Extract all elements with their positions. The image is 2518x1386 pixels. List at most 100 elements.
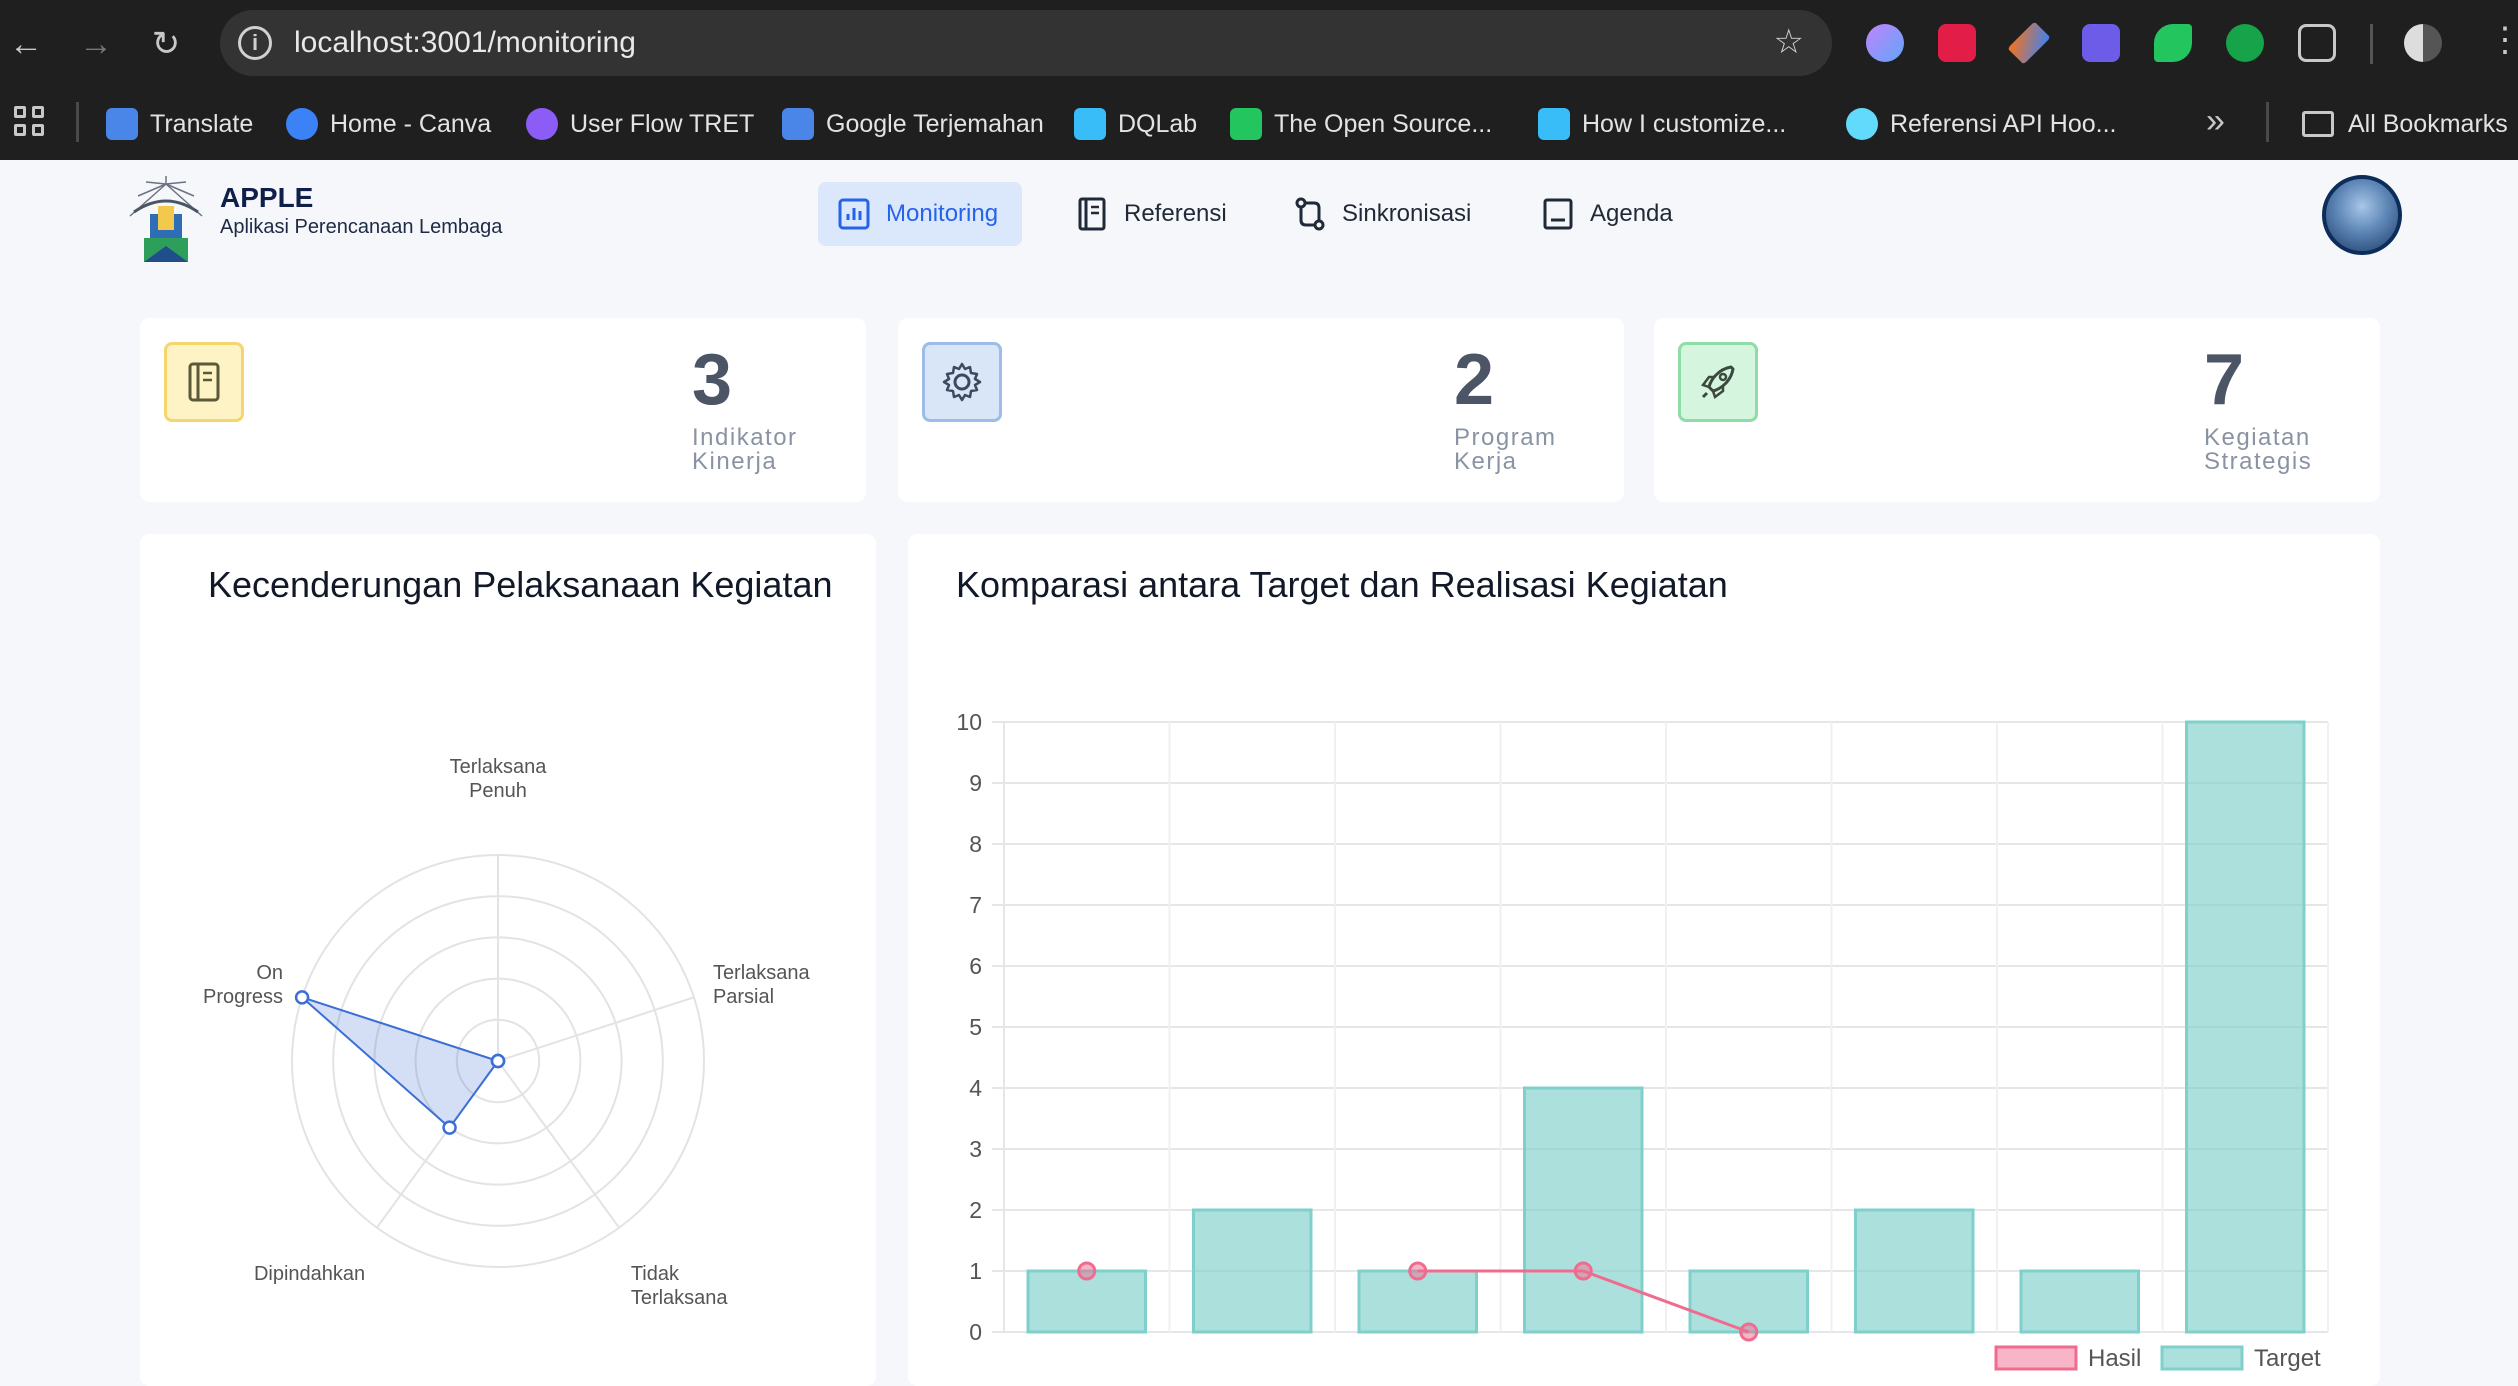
nav-referensi-label: Referensi	[1124, 200, 1227, 227]
radar-data-point	[442, 1120, 457, 1135]
stat-value: 2	[1454, 340, 1495, 420]
bar-chart-panel: Komparasi antara Target dan Realisasi Ke…	[908, 534, 2380, 1386]
brand-subtitle: Aplikasi Perencanaan Lembaga	[220, 216, 503, 238]
nav-sinkronisasi[interactable]: Sinkronisasi	[1274, 182, 1489, 246]
nav-monitoring[interactable]: Monitoring	[818, 182, 1022, 246]
toolbar-divider	[2370, 24, 2373, 64]
apps-grid-icon[interactable]	[14, 106, 46, 138]
radar-data-point	[294, 990, 310, 1005]
nav-agenda-label: Agenda	[1590, 200, 1673, 227]
dqlab-favicon-icon	[1074, 108, 1106, 140]
url-text[interactable]: localhost:3001/monitoring	[294, 24, 636, 62]
react-favicon-icon	[1846, 108, 1878, 140]
y-tick-label: 7	[969, 892, 982, 918]
profile-avatar-icon[interactable]	[2404, 24, 2442, 62]
radar-spoke	[497, 1060, 620, 1229]
agenda-icon	[1543, 198, 1573, 230]
radar-axis-label: Dipindahkan	[254, 1263, 365, 1285]
target-bar	[1191, 1208, 1313, 1334]
extension-brain-icon[interactable]	[1866, 24, 1904, 62]
stat-value: 3	[692, 340, 733, 420]
forward-icon[interactable]: →	[74, 22, 118, 66]
y-tick-label: 3	[969, 1136, 982, 1162]
reload-icon[interactable]: ↻	[144, 22, 188, 66]
stat-card-program: 2 Program Kerja	[898, 318, 1624, 502]
nav-monitoring-label: Monitoring	[886, 200, 999, 227]
extension-eye-icon[interactable]	[2154, 24, 2192, 62]
extension-star-icon[interactable]	[2082, 24, 2120, 62]
gear-icon	[922, 342, 1002, 422]
rocket-icon	[1678, 342, 1758, 422]
y-tick-label: 2	[969, 1197, 982, 1223]
hasil-data-point	[1408, 1261, 1428, 1281]
folder-icon	[2302, 111, 2334, 137]
more-bookmarks-icon[interactable]: »	[2206, 102, 2225, 141]
user-avatar[interactable]	[2322, 175, 2402, 255]
radar-data-point	[490, 1053, 506, 1069]
stat-label: Indikator Kinerja	[692, 424, 798, 475]
extensions-puzzle-icon[interactable]	[2298, 24, 2336, 62]
menu-kebab-icon[interactable]: ⋮	[2488, 20, 2518, 60]
hasil-data-point	[1077, 1261, 1097, 1281]
app-header: APPLE Aplikasi Perencanaan Lembaga Monit…	[0, 160, 2518, 310]
y-tick-label: 4	[969, 1075, 982, 1101]
target-bar	[1522, 1086, 1644, 1334]
bookmark-star-icon[interactable]: ☆	[1774, 22, 1804, 62]
bookmark-translate[interactable]: Translate	[106, 102, 253, 146]
stat-card-indikator: 3 Indikator Kinerja	[140, 318, 866, 502]
y-tick-label: 6	[969, 953, 982, 979]
target-bar	[1853, 1208, 1975, 1334]
bookmark-user-flow[interactable]: User Flow TRET	[526, 102, 754, 146]
bookmark-google-terjemahan[interactable]: Google Terjemahan	[782, 102, 1044, 146]
extension-red-icon[interactable]	[1938, 24, 1976, 62]
hasil-data-point	[1573, 1261, 1593, 1281]
book-icon	[1078, 197, 1106, 231]
radar-series-area	[301, 996, 500, 1130]
back-icon[interactable]: ←	[4, 22, 48, 66]
address-bar[interactable]: i localhost:3001/monitoring ☆	[220, 10, 1832, 76]
stat-label: Program Kerja	[1454, 424, 1557, 475]
radar-axis-label: Tidak Terlaksana	[631, 1263, 729, 1309]
y-tick-label: 0	[969, 1319, 982, 1345]
legend-label: Hasil	[2088, 1345, 2141, 1372]
bookmark-how-i-customize[interactable]: How I customize...	[1538, 102, 1786, 146]
stat-label: Kegiatan Strategis	[2204, 424, 2313, 475]
stat-value: 7	[2204, 340, 2245, 420]
legend-swatch	[1994, 1345, 2078, 1371]
extension-pen-icon[interactable]	[2007, 21, 2051, 65]
bookmark-open-source[interactable]: The Open Source...	[1230, 102, 1492, 146]
extension-cursor-icon[interactable]	[2226, 24, 2264, 62]
lightning-favicon-icon	[1230, 108, 1262, 140]
y-tick-label: 8	[969, 831, 982, 857]
legend-label: Target	[2254, 1345, 2321, 1372]
legend-swatch	[2160, 1345, 2244, 1371]
google-translate-favicon-icon	[782, 108, 814, 140]
radar-axis-label: Terlaksana Parsial	[713, 962, 811, 1008]
radar-axis-label: Terlaksana Penuh	[450, 756, 548, 802]
radar-chart: Terlaksana Penuh Terlaksana Parsial Tidak Ter…	[203, 756, 811, 1309]
site-info-icon[interactable]: i	[238, 26, 272, 60]
brand-title: APPLE	[220, 182, 314, 213]
stat-card-kegiatan: 7 Kegiatan Strategis	[1654, 318, 2380, 502]
sync-icon	[1295, 197, 1325, 231]
hasil-data-point	[1739, 1322, 1759, 1342]
bookmark-canva[interactable]: Home - Canva	[286, 102, 491, 146]
bookmark-referensi-api[interactable]: Referensi API Hoo...	[1846, 102, 2117, 146]
browser-toolbar: ← → ↻ i localhost:3001/monitoring ☆ ⋮	[0, 0, 2518, 88]
y-tick-label: 10	[956, 709, 982, 735]
notebook-icon	[164, 342, 244, 422]
radar-axis-label: On Progress	[203, 962, 283, 1008]
chart-icon	[838, 198, 870, 230]
nav-referensi[interactable]: Referensi	[1056, 182, 1245, 246]
bar-chart: 0 1 2 3 4 5 6 7 8 9 10 Hasil Target	[956, 709, 2329, 1372]
nav-sinkronisasi-label: Sinkronisasi	[1342, 200, 1472, 227]
canva-favicon-icon	[286, 108, 318, 140]
bookmark-dqlab[interactable]: DQLab	[1074, 102, 1197, 146]
all-bookmarks-button[interactable]: All Bookmarks	[2302, 102, 2508, 146]
nav-agenda[interactable]: Agenda	[1522, 182, 1691, 246]
browser-chrome: ← → ↻ i localhost:3001/monitoring ☆ ⋮ Tr…	[0, 0, 2518, 160]
translate-favicon-icon	[106, 108, 138, 140]
target-bar	[2019, 1269, 2141, 1334]
institution-logo-icon[interactable]	[126, 176, 206, 272]
y-tick-label: 5	[969, 1014, 982, 1040]
